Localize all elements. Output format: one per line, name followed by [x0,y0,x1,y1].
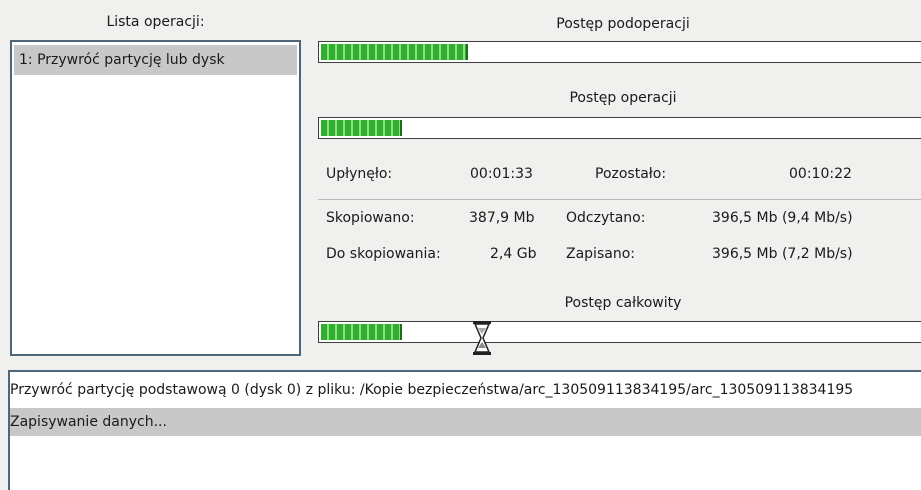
stats-separator [318,199,921,200]
read-label: Odczytano: [566,210,646,226]
remaining-value: 00:10:22 [789,166,852,182]
copied-label: Skopiowano: [326,210,415,226]
total-progress-bar [318,321,921,343]
remaining-label: Pozostało: [595,166,667,182]
log-panel[interactable]: Przywróć partycję podstawową 0 (dysk 0) … [8,370,921,490]
written-value: 396,5 Mb (7,2 Mb/s) [712,246,853,262]
operation-progress-label: Postęp operacji [569,90,677,106]
suboperation-progress-fill [321,44,468,60]
operation-item-restore[interactable]: 1: Przywróć partycję lub dysk [14,45,297,75]
operations-header: Lista operacji: [106,14,205,30]
copied-value: 387,9 Mb [469,210,535,226]
log-line-selected[interactable]: Zapisywanie danych... [10,408,921,436]
written-label: Zapisano: [566,246,635,262]
operation-progress-bar [318,117,921,139]
read-value: 396,5 Mb (9,4 Mb/s) [712,210,853,226]
total-progress-fill [321,324,402,340]
log-line-restore: Przywróć partycję podstawową 0 (dysk 0) … [10,382,854,398]
tocopy-value: 2,4 Gb [490,246,537,262]
tocopy-label: Do skopiowania: [326,246,441,262]
operations-list[interactable]: 1: Przywróć partycję lub dysk [10,40,301,356]
total-progress-label: Postęp całkowity [564,295,682,311]
operation-progress-fill [321,120,402,136]
elapsed-value: 00:01:33 [470,166,533,182]
suboperation-progress-label: Postęp podoperacji [556,16,690,32]
suboperation-progress-bar [318,41,921,63]
hourglass-icon [473,321,491,355]
elapsed-label: Upłynęło: [326,166,393,182]
log-line-writing: Zapisywanie danych... [10,414,167,430]
